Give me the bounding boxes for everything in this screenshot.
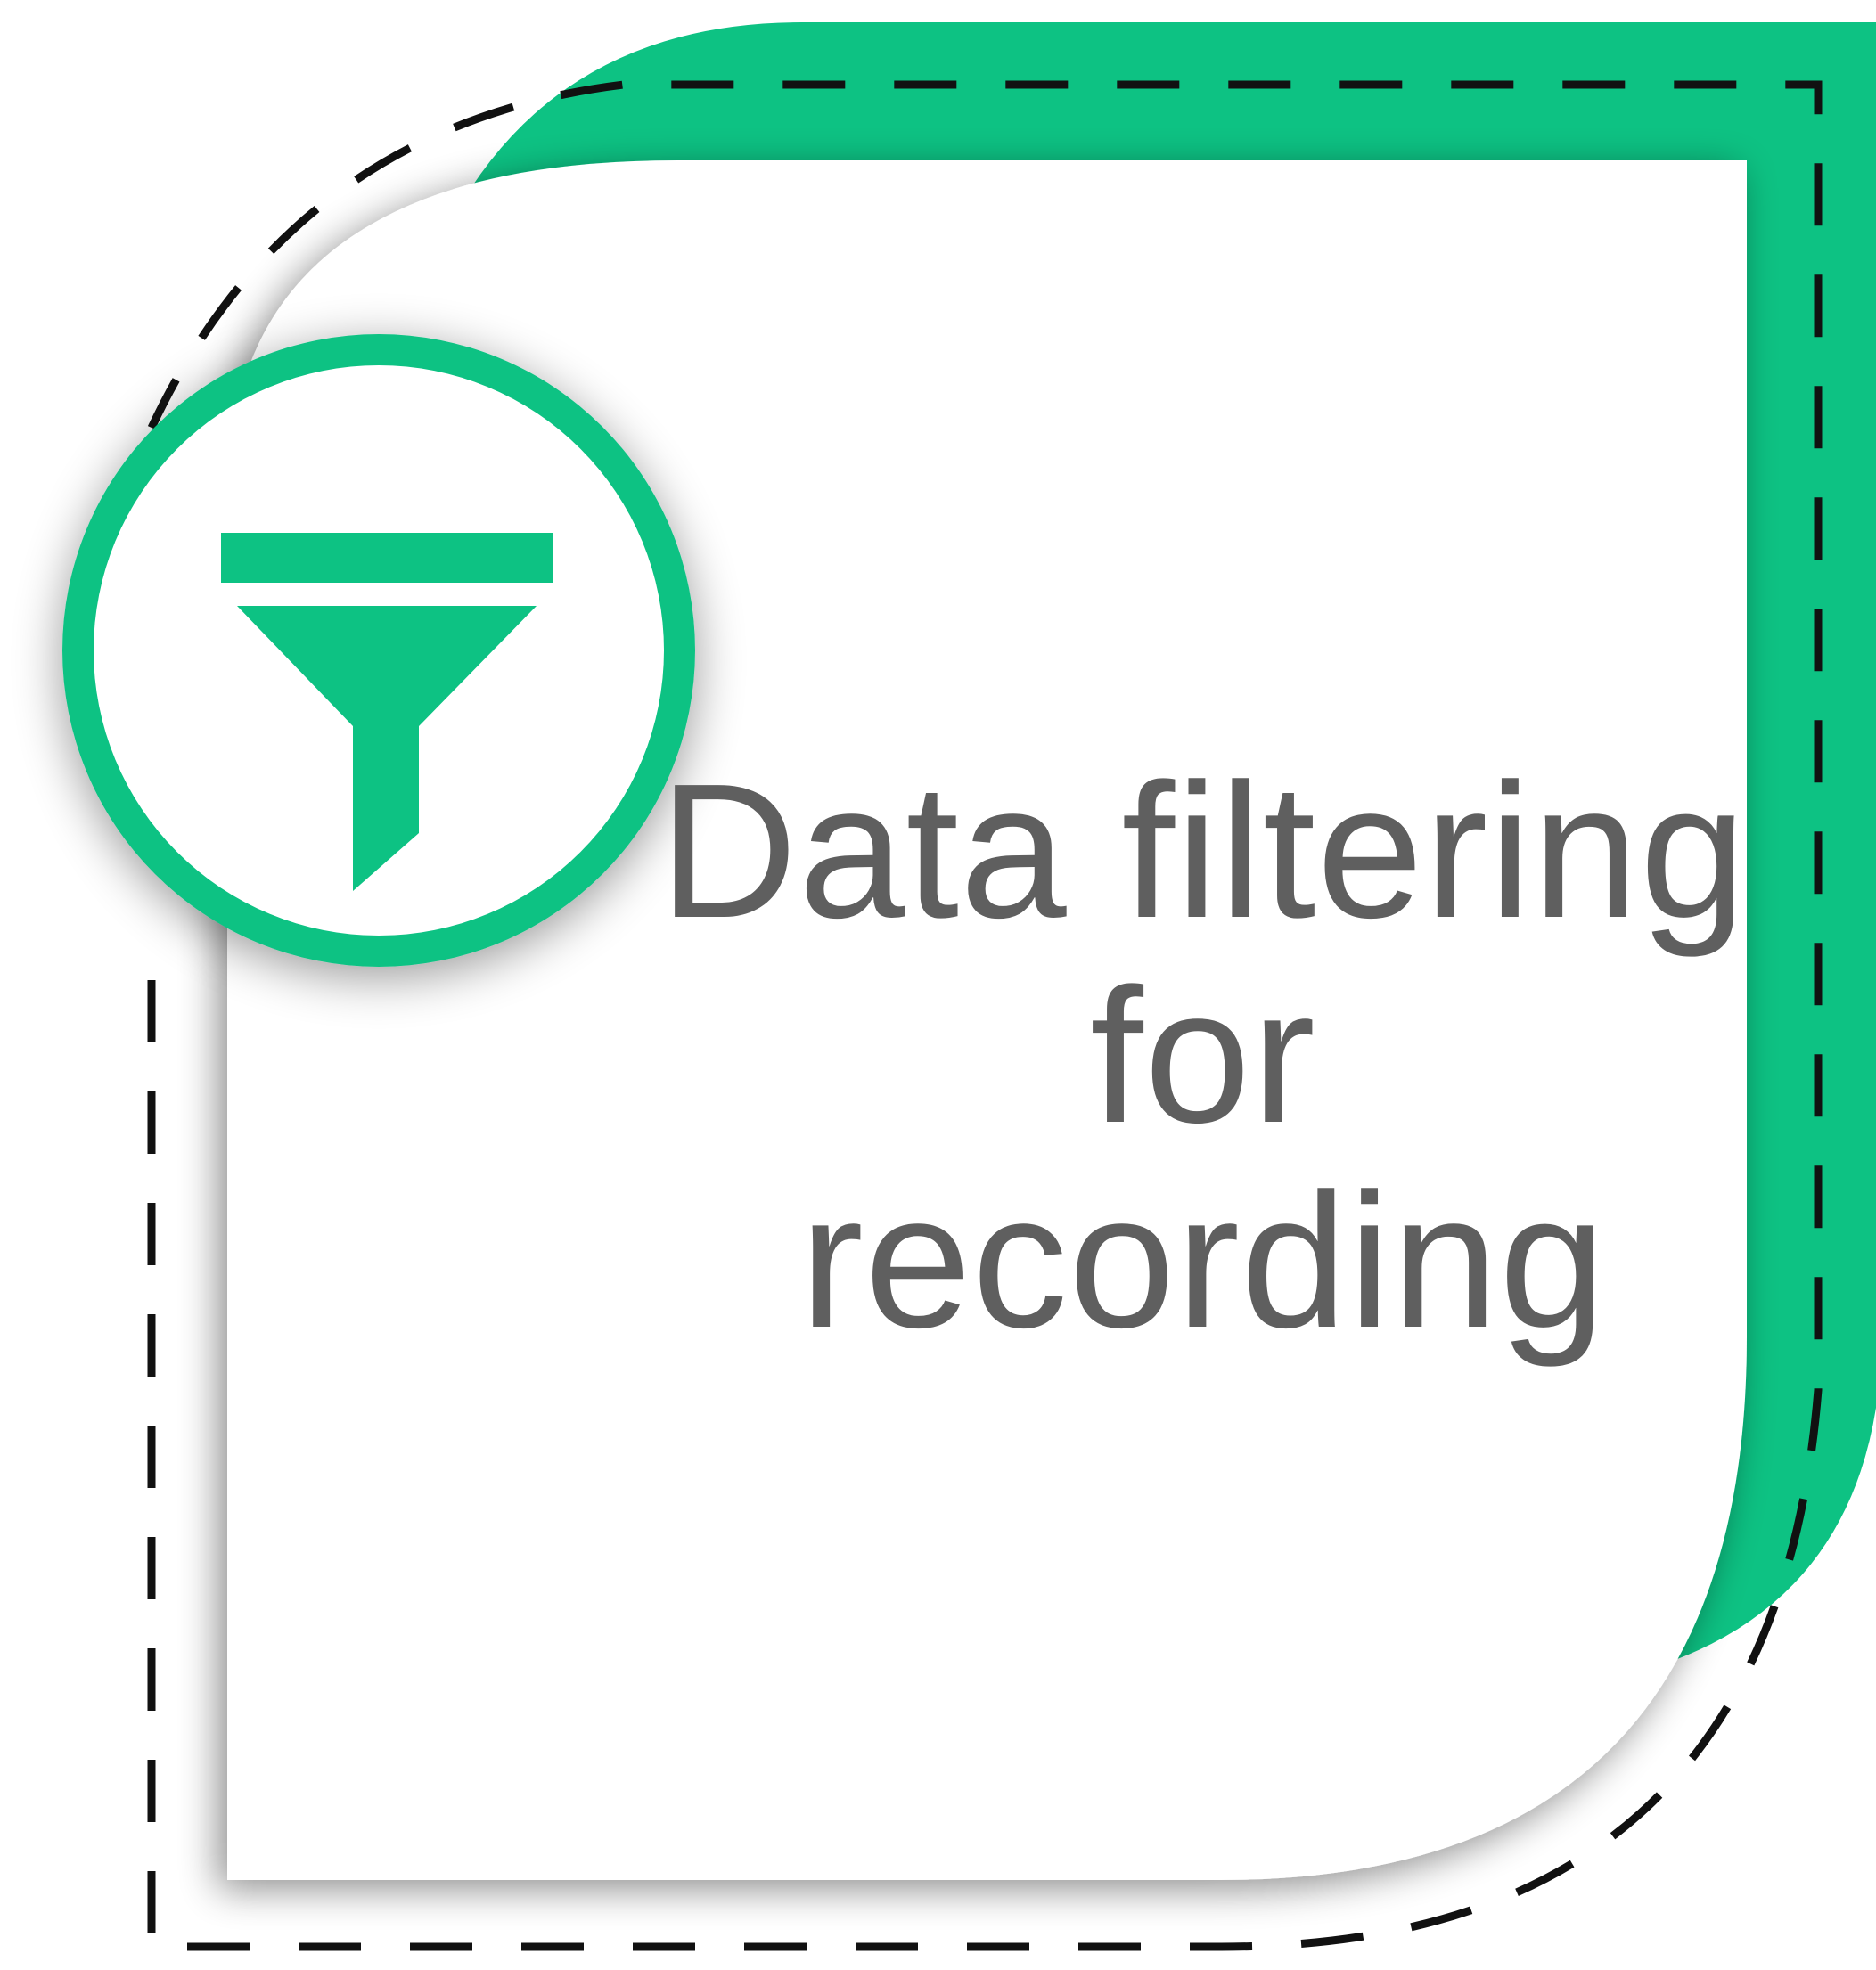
title-line-3: recording [799, 1153, 1607, 1368]
title-line-1: Data filtering [659, 743, 1748, 958]
title-line-2: for [1090, 948, 1316, 1163]
card-title: Data filtering for recording [624, 748, 1782, 1363]
feature-card: Data filtering for recording [0, 0, 1876, 1970]
